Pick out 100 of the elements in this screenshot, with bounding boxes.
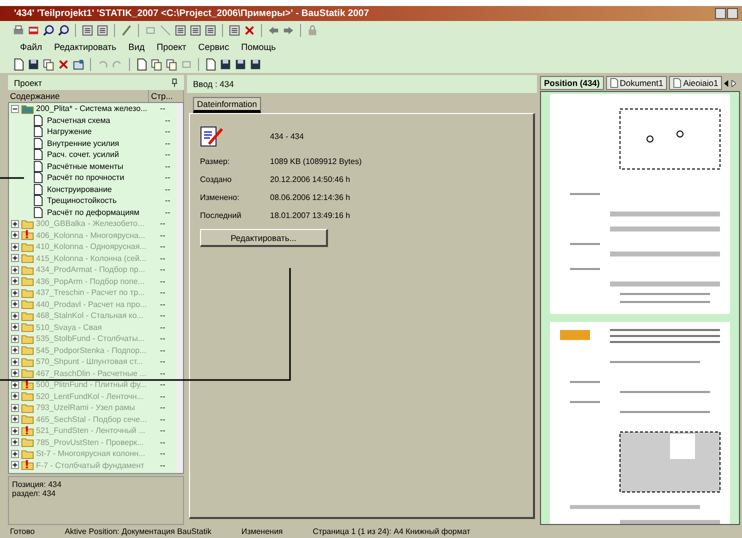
tree-item-label: Расчетная схема <box>47 116 112 125</box>
tree-item[interactable]: Внутренние усилия -- <box>9 138 175 149</box>
properties-icon[interactable] <box>72 58 85 70</box>
tree-item-label: 406_Kolonna - Многоярусна... <box>36 230 146 240</box>
tree-item-label: Расчёт по прочности <box>47 173 126 182</box>
collapse-icon[interactable] <box>11 104 19 113</box>
tree-item-label: 436_PopArm - Подбор попе... <box>36 276 146 286</box>
edit-button[interactable]: Редактировать... <box>200 229 328 247</box>
grid-icon[interactable] <box>189 24 202 36</box>
document-icon <box>673 78 682 88</box>
tree-item-label: Конструирование <box>47 184 113 194</box>
tree-item-label: 440_Prodavl - Расчет на про... <box>36 300 148 309</box>
field-value: 08.06.2006 12:14:36 h <box>270 193 350 202</box>
menu-item[interactable]: Проект <box>156 42 186 52</box>
save-icon[interactable] <box>234 58 247 70</box>
document-icon <box>33 184 43 195</box>
panel-title: Проект <box>14 78 42 88</box>
document-icon <box>33 138 43 149</box>
page-count: -- <box>160 300 166 309</box>
document-icon <box>33 172 43 184</box>
magnifier-icon[interactable] <box>57 24 70 36</box>
magnifier-icon[interactable] <box>42 24 55 36</box>
grid-icon[interactable] <box>81 24 94 36</box>
document-icon <box>33 149 43 160</box>
page-count: -- <box>160 219 166 228</box>
page-count: -- <box>160 346 166 355</box>
page-count: -- <box>160 460 166 470</box>
page-count: -- <box>160 242 166 252</box>
page-count: -- <box>160 230 166 240</box>
page-count: -- <box>160 403 166 412</box>
page-icon[interactable] <box>204 58 217 70</box>
page-count: -- <box>160 311 166 320</box>
document-icon <box>33 206 43 218</box>
tree-item[interactable]: Расчётные моменты -- <box>9 160 175 172</box>
save-icon[interactable] <box>219 58 232 70</box>
tree-item-label: Расч. сочет. усилий <box>47 150 120 160</box>
menu-item[interactable]: Сервис <box>198 42 230 52</box>
tree-item[interactable]: Расч. сочет. усилий -- <box>9 149 175 160</box>
page-count: -- <box>165 150 170 160</box>
field-label: Размер: <box>200 157 231 166</box>
tree-item[interactable]: Расчёт по прочности -- <box>9 172 175 184</box>
tree-item-label: 200_Plita* - Система железо... <box>36 104 148 114</box>
tree-item-label: 785_ProvUstSten - Проверк... <box>36 438 145 447</box>
page-count: -- <box>160 380 166 390</box>
document-pencil-icon <box>200 124 224 148</box>
delete-icon[interactable] <box>243 24 256 36</box>
menu-item[interactable]: Редактировать <box>54 42 116 52</box>
save-icon[interactable] <box>27 58 40 70</box>
save-icon[interactable] <box>249 58 262 70</box>
copy-icon[interactable] <box>150 58 163 70</box>
grid-icon[interactable] <box>204 24 217 36</box>
page-count: -- <box>165 127 170 136</box>
grid-icon[interactable] <box>174 24 187 36</box>
tree-item[interactable]: Расчетная схема -- <box>9 114 175 126</box>
printer-icon[interactable] <box>12 24 25 36</box>
tree-item-label: 793_UzelRami - Узел рамы <box>36 403 136 412</box>
leader-line <box>0 177 24 179</box>
grid-icon[interactable] <box>228 24 241 36</box>
page-count: -- <box>160 276 166 286</box>
tab[interactable]: Dokument1 <box>606 76 668 90</box>
tree-item-label: 545_PodporStenka - Подпор... <box>36 346 148 355</box>
info-text: раздел: 434 <box>12 489 57 498</box>
tree-item[interactable]: Нагружение -- <box>9 126 175 138</box>
page-count: -- <box>165 184 170 194</box>
tree-item-label: 467_RaschDlin - Расчетные ... <box>36 368 148 378</box>
delete-icon[interactable] <box>57 58 70 70</box>
scroll-right-icon[interactable] <box>731 80 736 86</box>
lock-icon[interactable] <box>306 24 319 36</box>
copy-icon[interactable] <box>42 58 55 70</box>
document-icon <box>610 78 618 88</box>
page-icon[interactable] <box>135 58 148 70</box>
tree-item[interactable]: Конструирование -- <box>9 184 175 195</box>
tree-item-label: Внутренние усилия <box>47 138 120 148</box>
pin-icon[interactable] <box>171 78 178 87</box>
field-label: Создано <box>200 175 233 184</box>
tree-item-label: 520_LentFundKol - Ленточн... <box>36 392 144 401</box>
menu-item[interactable]: Помощь <box>241 42 276 52</box>
tree-item[interactable]: Расчёт по деформациям -- <box>9 206 175 218</box>
page-count: -- <box>165 116 170 125</box>
status-text: Готово <box>10 527 35 536</box>
tab[interactable]: Position (434) <box>540 76 604 90</box>
copy-icon[interactable] <box>165 58 178 70</box>
grid-icon[interactable] <box>96 24 109 36</box>
restore-button[interactable] <box>727 8 738 19</box>
info-text: Позиция: 434 <box>12 480 62 489</box>
page-count: -- <box>160 414 166 424</box>
pencil-icon[interactable] <box>120 24 133 36</box>
tree-item[interactable]: 200_Plita* - Система железо... -- <box>9 103 175 114</box>
page-count: -- <box>160 357 166 366</box>
menu-item[interactable]: Вид <box>128 42 145 52</box>
minimize-button[interactable] <box>715 8 726 19</box>
page-count: -- <box>160 438 166 447</box>
tab[interactable]: Aieoiaio1 <box>669 76 722 90</box>
status-text: Изменения <box>241 527 283 536</box>
scrollbar[interactable] <box>176 103 183 473</box>
status-text: Aktive Position: Документация BauStatik <box>64 527 212 536</box>
page-icon[interactable] <box>12 58 25 70</box>
tab[interactable]: Dateinformation <box>193 97 262 113</box>
tree-item[interactable]: Трещиностойкость -- <box>9 195 175 206</box>
menu-item[interactable]: Файл <box>20 42 42 52</box>
